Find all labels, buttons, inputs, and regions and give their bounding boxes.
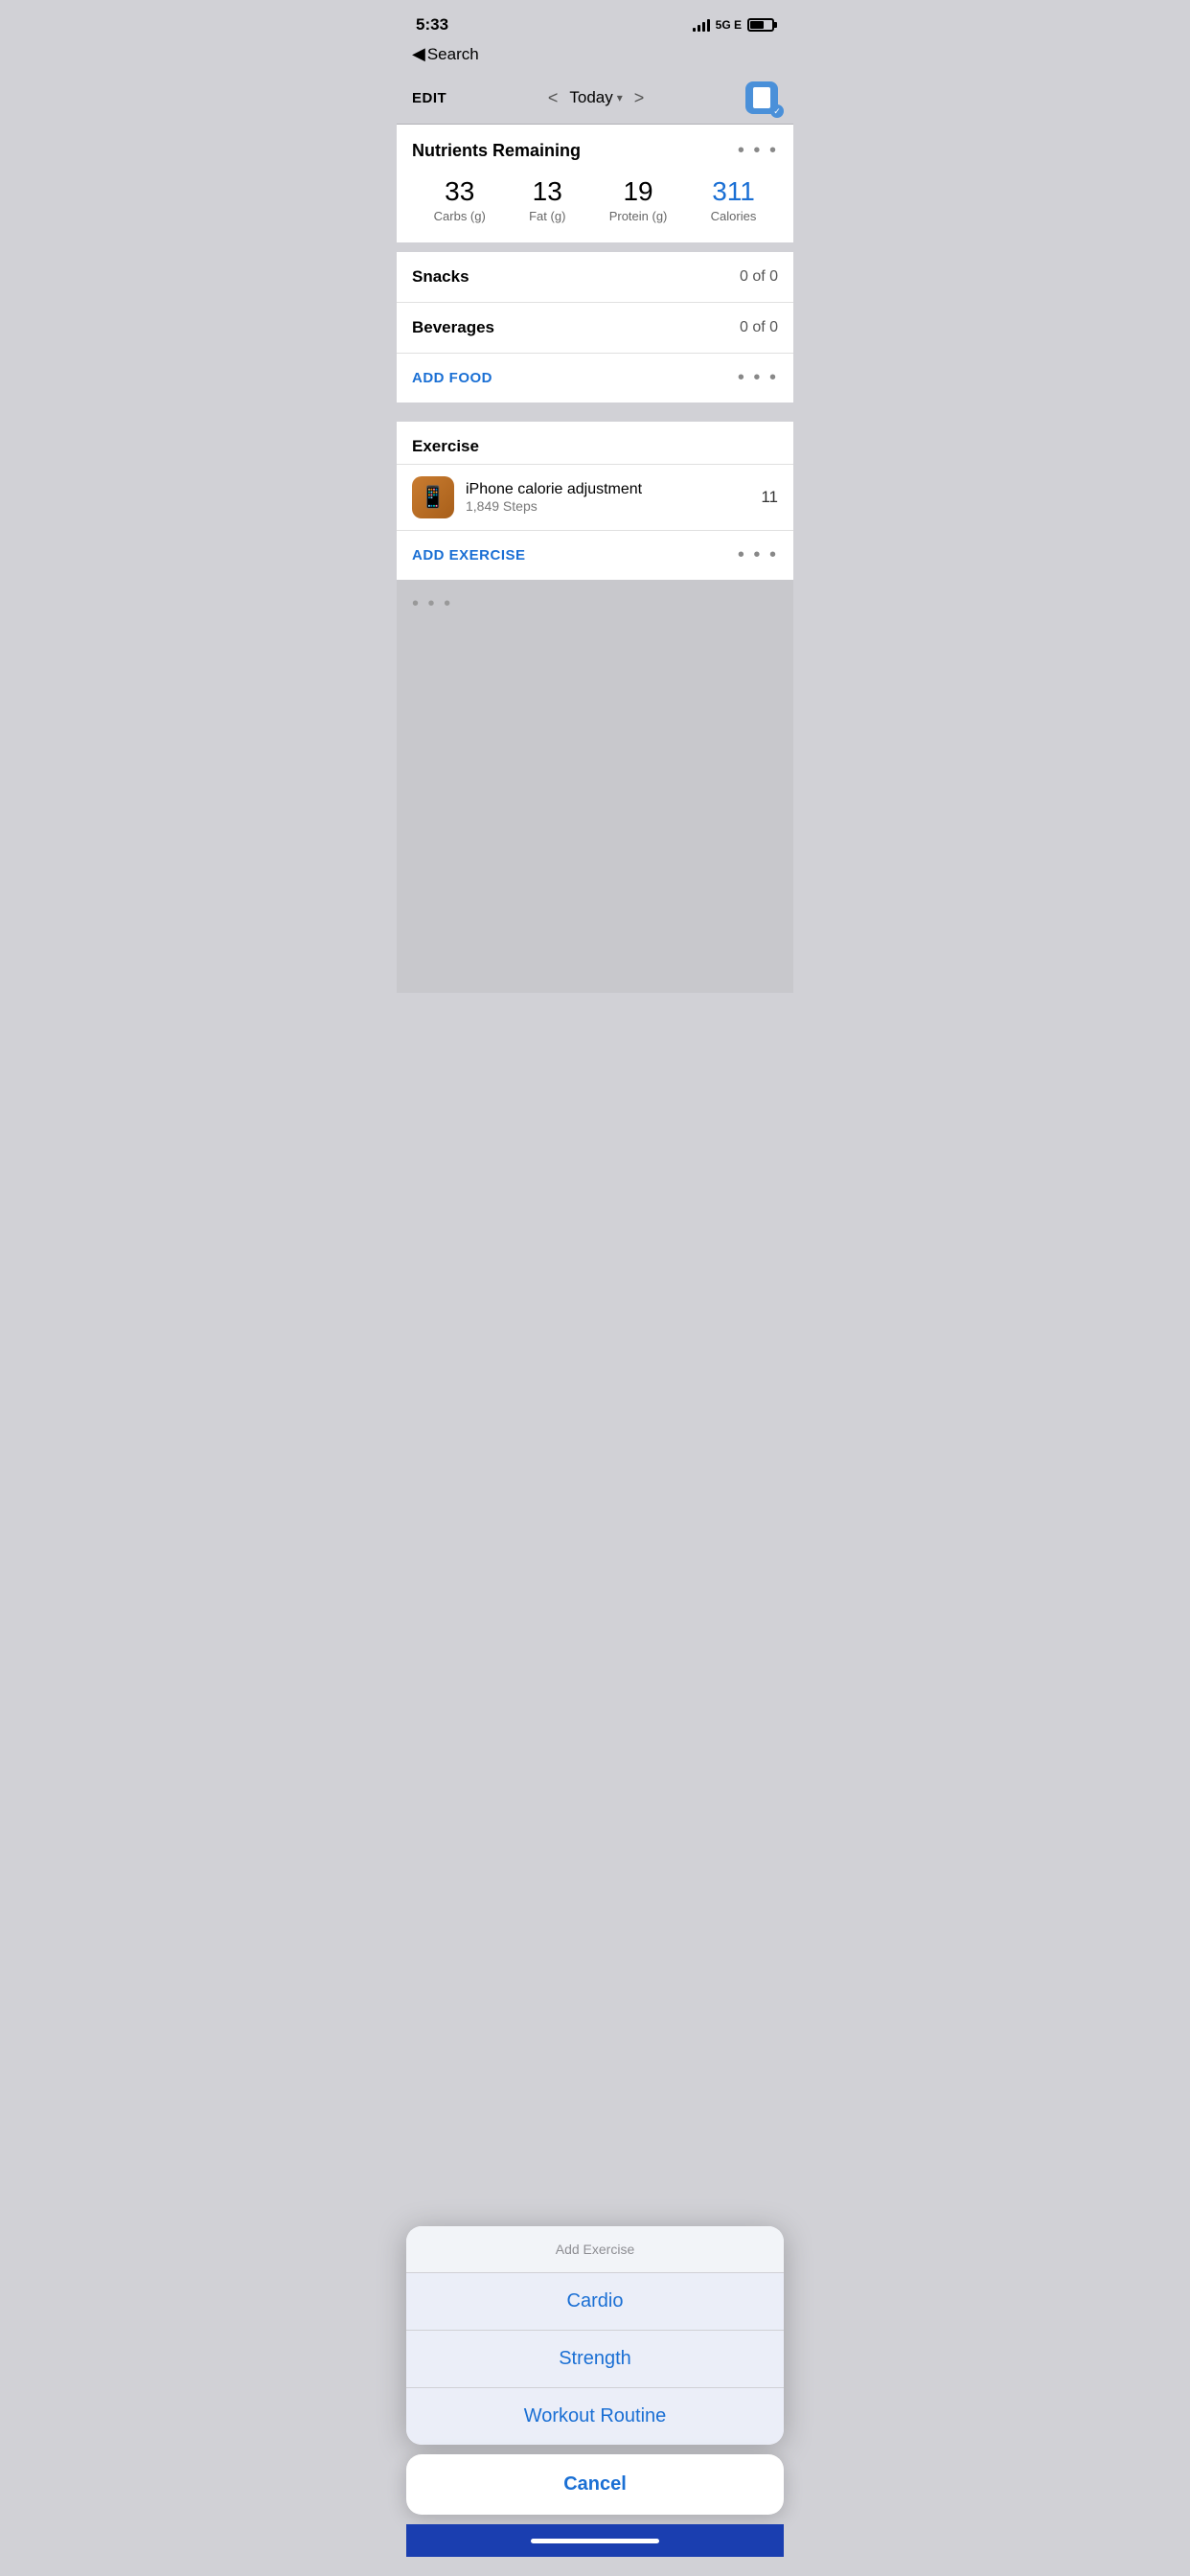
action-sheet-cancel-button[interactable]: Cancel [406,2454,784,2515]
section-separator-1 [397,242,793,252]
background-fill [397,629,793,993]
log-check-icon: ✓ [770,104,784,118]
nutrients-header: Nutrients Remaining • • • [412,140,778,162]
food-more-button[interactable]: • • • [738,367,778,389]
add-exercise-row: ADD EXERCISE • • • [397,530,793,580]
network-label: 5G E [716,18,742,32]
calories-label: Calories [711,209,757,223]
exercise-entry[interactable]: 📱 iPhone calorie adjustment 1,849 Steps … [397,464,793,530]
back-arrow-icon: ◀ [412,44,425,64]
protein-label: Protein (g) [609,209,668,223]
nutrients-section: Nutrients Remaining • • • 33 Carbs (g) 1… [397,125,793,242]
exercise-name: iPhone calorie adjustment [466,481,749,498]
action-sheet-strength[interactable]: Strength [406,2331,784,2388]
exercise-header: Exercise [397,422,793,464]
next-date-button[interactable]: > [634,88,645,108]
phone-icon: 📱 [420,485,446,510]
back-navigation[interactable]: ◀ Search [397,42,793,72]
add-exercise-button[interactable]: ADD EXERCISE [412,547,526,564]
home-bar [531,2539,659,2543]
carbs-nutrient: 33 Carbs (g) [434,177,486,223]
date-navigation: < Today ▾ > [548,88,644,108]
exercise-title: Exercise [412,437,479,455]
current-date-label: Today ▾ [569,88,622,107]
log-book-icon [753,87,770,108]
dimmed-background: • • • [397,580,793,629]
exercise-steps: 1,849 Steps [466,498,749,514]
action-sheet-workout-routine[interactable]: Workout Routine [406,2388,784,2445]
home-indicator [406,2524,784,2557]
toolbar: EDIT < Today ▾ > ✓ [397,72,793,125]
iphone-app-icon: 📱 [412,476,454,518]
date-chevron-icon[interactable]: ▾ [617,91,623,104]
section-separator-2 [397,402,793,412]
food-section: Snacks 0 of 0 Beverages 0 of 0 ADD FOOD … [397,252,793,402]
battery-icon [747,18,774,32]
nutrients-title: Nutrients Remaining [412,141,581,161]
fat-label: Fat (g) [529,209,565,223]
fat-nutrient: 13 Fat (g) [529,177,565,223]
beverages-title: Beverages [412,318,494,337]
status-bar: 5:33 5G E [397,0,793,42]
log-complete-button[interactable]: ✓ [745,81,778,114]
beverages-row[interactable]: Beverages 0 of 0 [397,303,793,354]
nutrients-more-button[interactable]: • • • [738,140,778,162]
add-food-row: ADD FOOD • • • [397,354,793,402]
snacks-title: Snacks [412,267,469,287]
exercise-info: iPhone calorie adjustment 1,849 Steps [466,481,749,514]
snacks-row[interactable]: Snacks 0 of 0 [397,252,793,303]
exercise-section: Exercise 📱 iPhone calorie adjustment 1,8… [397,422,793,580]
action-sheet-menu: Add Exercise Cardio Strength Workout Rou… [406,2226,784,2445]
nutrients-grid: 33 Carbs (g) 13 Fat (g) 19 Protein (g) 3… [412,177,778,223]
back-label: Search [427,45,479,64]
action-sheet-cardio[interactable]: Cardio [406,2273,784,2331]
battery-fill [750,21,764,29]
action-sheet-overlay: Add Exercise Cardio Strength Workout Rou… [397,2226,793,2576]
snacks-value: 0 of 0 [740,268,778,286]
exercise-more-button[interactable]: • • • [738,544,778,566]
beverages-value: 0 of 0 [740,319,778,336]
status-time: 5:33 [416,15,448,34]
protein-nutrient: 19 Protein (g) [609,177,668,223]
calories-nutrient: 311 Calories [711,177,757,223]
exercise-calories: 11 [761,488,778,507]
carbs-label: Carbs (g) [434,209,486,223]
action-sheet-title: Add Exercise [406,2226,784,2273]
status-icons: 5G E [693,18,774,32]
signal-bars-icon [693,18,710,32]
dimmed-dots: • • • [412,593,452,614]
prev-date-button[interactable]: < [548,88,559,108]
fat-value: 13 [529,177,565,207]
protein-value: 19 [609,177,668,207]
add-food-button[interactable]: ADD FOOD [412,370,492,386]
calories-value: 311 [711,177,757,207]
carbs-value: 33 [434,177,486,207]
edit-button[interactable]: EDIT [412,90,446,106]
